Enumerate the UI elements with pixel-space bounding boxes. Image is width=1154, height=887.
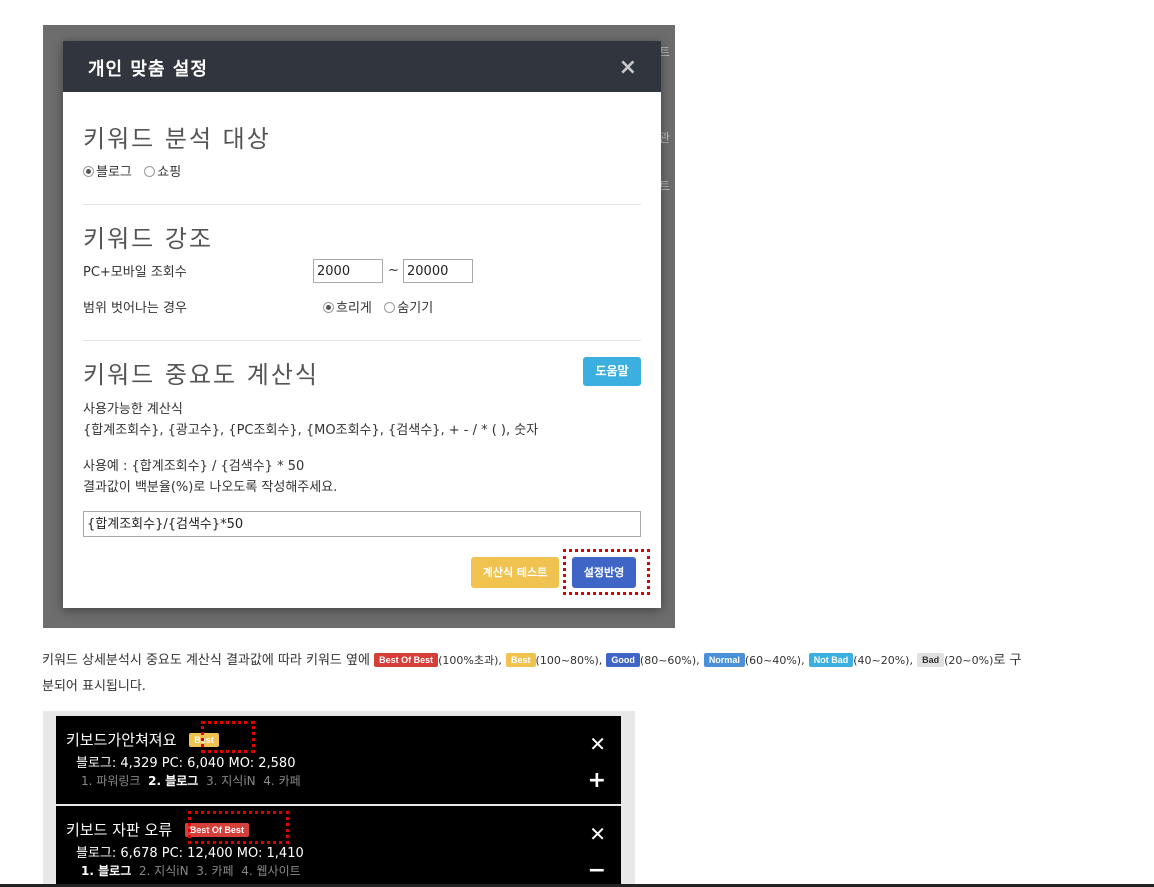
radio-blur[interactable] (323, 302, 334, 313)
available-vars: {합계조회수}, {광고수}, {PC조회수}, {MO조회수}, {검색수},… (83, 423, 539, 438)
badge-range: (100~80%), (535, 654, 603, 667)
link-item[interactable]: 4. 카페 (263, 774, 300, 788)
badge-description: 키워드 상세분석시 중요도 계산식 결과값에 따라 키워드 옆에 Best Of… (42, 649, 1021, 668)
keyword-card: 키보드가안쳐져요 Best 블로그: 4,329 PC: 6,040 MO: 2… (56, 716, 621, 804)
link-item[interactable]: 3. 카페 (196, 864, 233, 878)
highlight-box (563, 549, 650, 595)
radio-shopping[interactable] (144, 166, 156, 177)
out-of-range-label: 범위 벗어나는 경우 (83, 301, 187, 316)
link-item[interactable]: 3. 지식iN (206, 774, 256, 788)
badge-good: Good (606, 652, 640, 667)
expand-icon[interactable]: + (588, 768, 606, 793)
collapse-icon[interactable]: − (588, 858, 606, 883)
target-radio-group: 블로그 쇼핑 (83, 161, 181, 180)
badge-range: (40~20%), (853, 654, 913, 667)
settings-modal: 개인 맞춤 설정 × 키워드 분석 대상 블로그 쇼핑 키워드 강조 PC+모바… (63, 41, 661, 608)
badge-not-bad: Not Bad (808, 652, 854, 667)
modal-header: 개인 맞춤 설정 × (63, 41, 661, 92)
keyword-links: 1. 파워링크 2. 블로그 3. 지식iN 4. 카페 (81, 772, 301, 789)
highlight-box (188, 811, 289, 844)
link-item[interactable]: 2. 블로그 (148, 774, 198, 788)
description-intro: 키워드 상세분석시 중요도 계산식 결과값에 따라 키워드 옆에 (42, 653, 370, 668)
keyword-title-row: 키보드가안쳐져요 Best (66, 729, 219, 750)
instruction-text: 결과값이 백분율(%)로 나오도록 작성해주세요. (83, 480, 338, 495)
out-of-range-radio-group: 흐리게 숨기기 (323, 297, 433, 316)
formula-test-button[interactable]: 계산식 테스트 (471, 557, 559, 588)
highlight-box (201, 721, 255, 753)
radio-blog[interactable] (83, 166, 94, 177)
keyword-card: 키보드 자판 오류 Best Of Best 블로그: 6,678 PC: 12… (56, 806, 621, 887)
radio-blog-label[interactable]: 블로그 (96, 165, 132, 180)
available-label: 사용가능한 계산식 (83, 402, 183, 417)
keyword-stats: 블로그: 4,329 PC: 6,040 MO: 2,580 (76, 756, 296, 771)
divider (83, 340, 641, 341)
keyword-title[interactable]: 키보드가안쳐져요 (66, 731, 176, 749)
keyword-panel: 키보드가안쳐져요 Best 블로그: 4,329 PC: 6,040 MO: 2… (43, 711, 635, 887)
description-line2: 분되어 표시됩니다. (42, 679, 146, 694)
close-icon[interactable]: × (619, 57, 637, 79)
keyword-stats: 블로그: 6,678 PC: 12,400 MO: 1,410 (76, 846, 304, 861)
section-title-target: 키워드 분석 대상 (83, 125, 271, 153)
badge-best: Best (506, 652, 536, 667)
section-title-highlight: 키워드 강조 (83, 225, 214, 253)
link-item[interactable]: 1. 파워링크 (81, 774, 140, 788)
help-button[interactable]: 도움말 (583, 357, 641, 386)
badge-normal: Normal (703, 652, 745, 667)
badge-bad: Bad (917, 652, 945, 667)
link-item[interactable]: 4. 웹사이트 (241, 864, 300, 878)
max-views-input[interactable]: 20000 (403, 259, 473, 283)
close-icon[interactable]: ✕ (589, 822, 606, 846)
screenshot-frame: 트 관 트 개인 맞춤 설정 × 키워드 분석 대상 블로그 쇼핑 키워드 강조… (43, 25, 675, 628)
badge-range: (100%초과), (438, 654, 502, 667)
views-label: PC+모바일 조회수 (83, 265, 187, 280)
radio-shopping-label[interactable]: 쇼핑 (157, 165, 181, 180)
section-title-importance: 키워드 중요도 계산식 (83, 361, 319, 389)
badge-best-of-best: Best Of Best (374, 652, 439, 667)
radio-hide[interactable] (384, 302, 396, 313)
min-views-input[interactable]: 2000 (313, 259, 383, 283)
radio-hide-label[interactable]: 숨기기 (397, 301, 433, 316)
link-item[interactable]: 2. 지식iN (139, 864, 189, 878)
badge-range: (60~40%), (744, 654, 805, 667)
close-icon[interactable]: ✕ (589, 732, 606, 756)
modal-title: 개인 맞춤 설정 (88, 59, 208, 80)
example-text: 사용예 : {합계조회수} / {검색수} * 50 (83, 459, 305, 474)
keyword-title[interactable]: 키보드 자판 오류 (66, 821, 172, 839)
badge-range: (20~0%) (944, 654, 994, 667)
description-outro: 로 구 (993, 653, 1022, 668)
formula-input[interactable]: {합계조회수}/{검색수}*50 (83, 511, 641, 537)
radio-blur-label[interactable]: 흐리게 (336, 301, 372, 316)
badge-range: (80~60%), (639, 654, 700, 667)
link-item[interactable]: 1. 블로그 (81, 864, 131, 878)
keyword-links: 1. 블로그 2. 지식iN 3. 카페 4. 웹사이트 (81, 862, 301, 879)
divider (83, 204, 641, 205)
range-separator: ~ (388, 263, 399, 278)
